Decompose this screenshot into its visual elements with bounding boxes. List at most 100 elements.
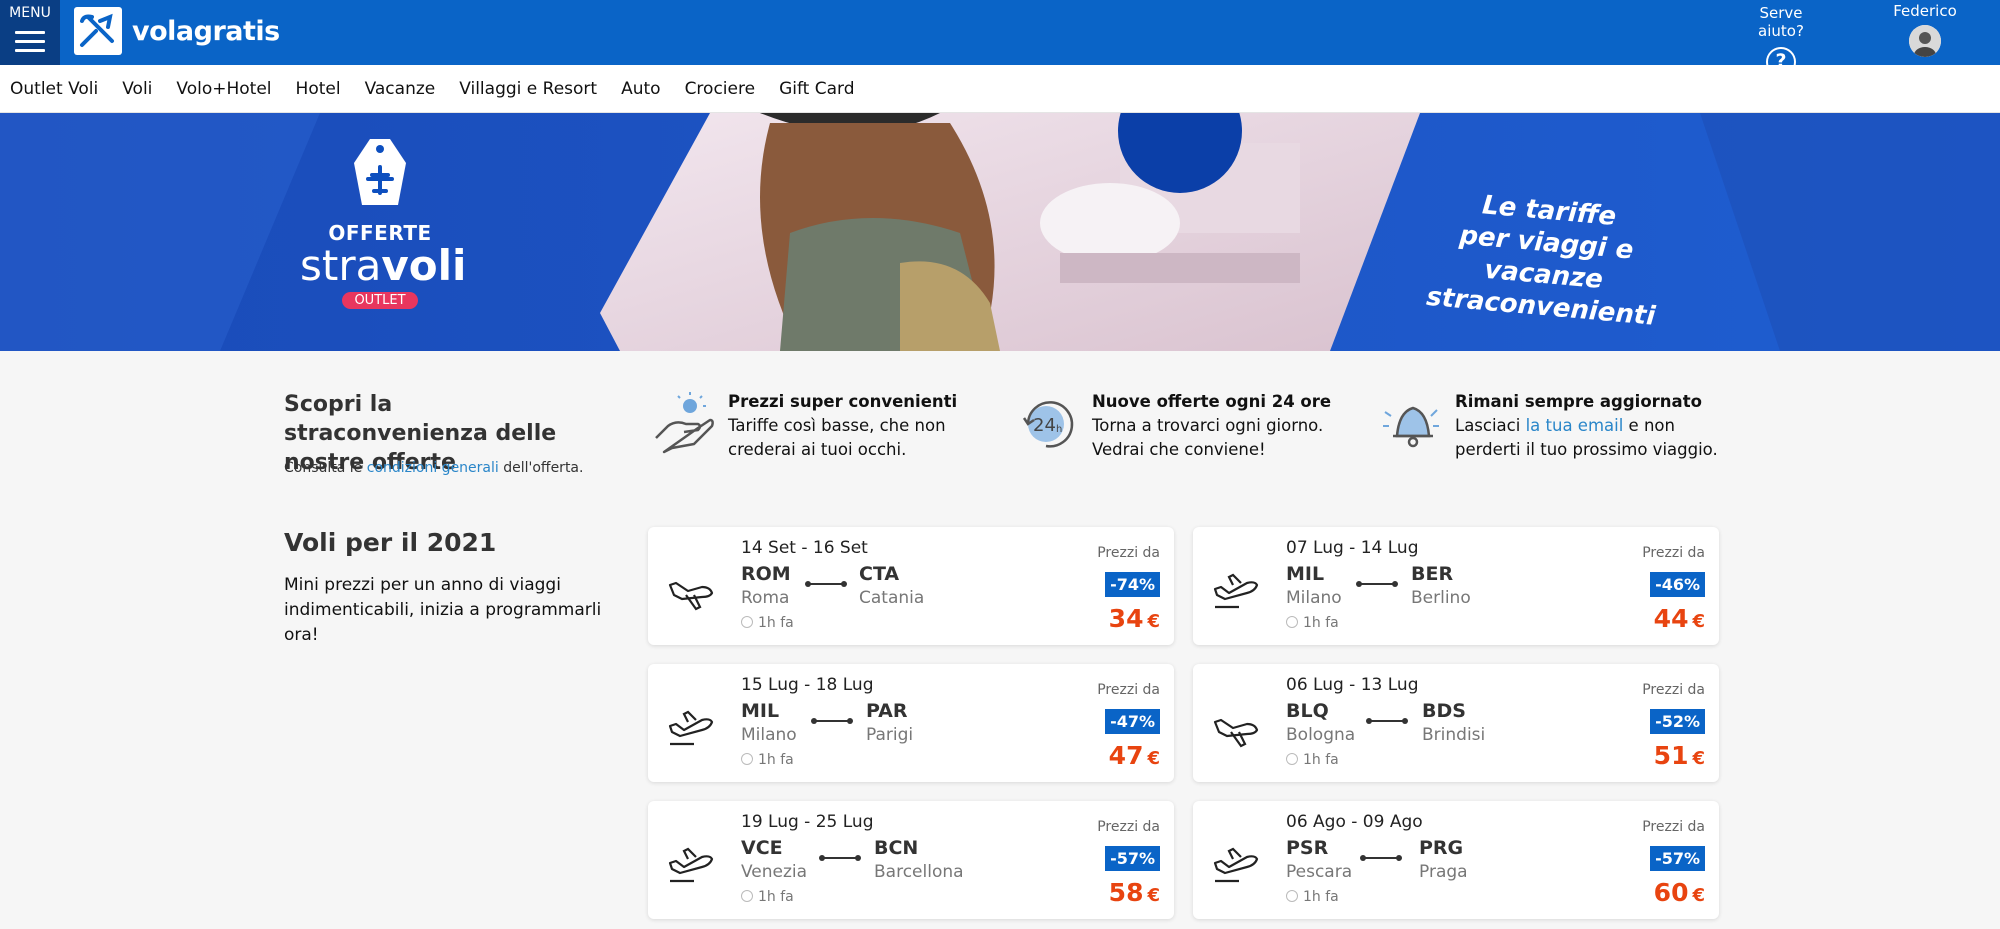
- hero-banner[interactable]: OFFERTE stravoli OUTLET Le tariffe per v…: [0, 113, 2000, 351]
- destination-code: BCN: [874, 837, 919, 859]
- email-signup-link[interactable]: la tua email: [1526, 416, 1624, 435]
- feature-updates: Rimani sempre aggiornato Lasciaci la tua…: [1379, 390, 1718, 462]
- flight-dates: 14 Set - 16 Set: [741, 538, 868, 558]
- destination-code: BDS: [1422, 700, 1466, 722]
- origin-city: Venezia: [741, 862, 808, 882]
- nav-auto[interactable]: Auto: [621, 79, 660, 99]
- nav-crociere[interactable]: Crociere: [685, 79, 756, 99]
- destination-city: Berlino: [1411, 588, 1471, 608]
- banner-slogan: Le tariffe per viaggi e vacanze straconv…: [1425, 190, 1657, 332]
- destination-city: Brindisi: [1422, 725, 1486, 745]
- route-connector: [819, 855, 861, 861]
- intro-subtitle: Consulta le condizioni generali dell'off…: [284, 460, 584, 476]
- flight-card[interactable]: 06 Ago - 09 Ago PSR Pescara PRG Praga 1h…: [1193, 801, 1719, 919]
- flights-section-subtitle: Mini prezzi per un anno di viaggi indime…: [284, 575, 602, 645]
- brand-name: volagratis: [132, 15, 280, 47]
- hamburger-icon: [15, 31, 45, 34]
- plane-landing-icon: [1213, 718, 1259, 748]
- nav-voli[interactable]: Voli: [122, 79, 152, 99]
- updated-time: 1h fa: [741, 752, 794, 768]
- discount-badge: -46%: [1650, 572, 1705, 597]
- plane-takeoff-icon: [668, 710, 714, 746]
- menu-label: MENU: [9, 5, 51, 21]
- user-account[interactable]: Federico: [1880, 2, 1970, 57]
- stravoli-brand: OFFERTE stravoli OUTLET: [300, 133, 467, 309]
- price: 34 €: [1108, 604, 1160, 633]
- nav-gift-card[interactable]: Gift Card: [779, 79, 854, 99]
- flight-card[interactable]: 07 Lug - 14 Lug MIL Milano BER Berlino 1…: [1193, 527, 1719, 645]
- origin-code: ROM: [741, 563, 791, 585]
- price: 44 €: [1653, 604, 1705, 633]
- price-label: Prezzi da: [1097, 682, 1160, 698]
- feature-24h: 24 h Nuove offerte ogni 24 ore Torna a t…: [1016, 390, 1331, 462]
- origin-city: Roma: [741, 588, 790, 608]
- plane-takeoff-icon: [668, 847, 714, 883]
- discount-badge: -52%: [1650, 709, 1705, 734]
- discount-badge: -57%: [1650, 846, 1705, 871]
- flight-card[interactable]: 19 Lug - 25 Lug VCE Venezia BCN Barcello…: [648, 801, 1174, 919]
- nav-villaggi-resort[interactable]: Villaggi e Resort: [459, 79, 597, 99]
- flights-section-title: Voli per il 2021: [284, 528, 497, 557]
- plane-takeoff-icon: [1213, 573, 1259, 609]
- feature-title: Prezzi super convenienti: [728, 392, 958, 411]
- origin-code: MIL: [1286, 563, 1325, 585]
- plane-landing-icon: [668, 581, 714, 611]
- price: 51 €: [1653, 741, 1705, 770]
- discount-badge: -74%: [1105, 572, 1160, 597]
- destination-code: PRG: [1419, 837, 1464, 859]
- price: 60 €: [1653, 878, 1705, 907]
- flight-dates: 19 Lug - 25 Lug: [741, 812, 874, 832]
- menu-button[interactable]: MENU: [0, 0, 60, 65]
- destination-code: PAR: [866, 700, 908, 722]
- nav-hotel[interactable]: Hotel: [296, 79, 341, 99]
- clock-icon: [741, 753, 753, 765]
- main-nav: Outlet Voli Voli Volo+Hotel Hotel Vacanz…: [0, 65, 2000, 113]
- price: 58 €: [1108, 878, 1160, 907]
- origin-city: Milano: [741, 725, 797, 745]
- stravoli-wordmark: stravoli: [300, 241, 467, 290]
- nav-volo-hotel[interactable]: Volo+Hotel: [176, 79, 271, 99]
- user-name: Federico: [1893, 2, 1957, 20]
- destination-city: Catania: [859, 588, 925, 608]
- destination-code: BER: [1411, 563, 1454, 585]
- flight-dates: 06 Lug - 13 Lug: [1286, 675, 1419, 695]
- updated-time: 1h fa: [1286, 752, 1339, 768]
- flight-card[interactable]: 15 Lug - 18 Lug MIL Milano PAR Parigi 1h…: [648, 664, 1174, 782]
- tag-plane-icon: [348, 133, 412, 211]
- clock-icon: [1286, 753, 1298, 765]
- top-header: MENU volagratis Serve aiuto? ? Federico: [0, 0, 2000, 77]
- updated-time: 1h fa: [1286, 615, 1339, 631]
- plane-takeoff-icon: [1213, 847, 1259, 883]
- destination-city: Praga: [1419, 862, 1468, 882]
- updated-time: 1h fa: [741, 889, 794, 905]
- flight-dates: 06 Ago - 09 Ago: [1286, 812, 1423, 832]
- avatar: [1909, 25, 1941, 57]
- flight-dates: 07 Lug - 14 Lug: [1286, 538, 1419, 558]
- clock-icon: [1286, 890, 1298, 902]
- volagratis-logo-icon: [74, 7, 122, 55]
- flight-card[interactable]: 06 Lug - 13 Lug BLQ Bologna BDS Brindisi…: [1193, 664, 1719, 782]
- route-connector: [1356, 581, 1398, 587]
- feature-title: Rimani sempre aggiornato: [1455, 392, 1702, 411]
- route-connector: [1366, 718, 1408, 724]
- price: 47 €: [1108, 741, 1160, 770]
- terms-link[interactable]: condizioni generali: [367, 460, 499, 476]
- svg-text:h: h: [1056, 424, 1062, 435]
- feature-title: Nuove offerte ogni 24 ore: [1092, 392, 1332, 411]
- origin-city: Bologna: [1286, 725, 1356, 745]
- origin-code: VCE: [741, 837, 783, 859]
- flight-card[interactable]: 14 Set - 16 Set ROM Roma CTA Catania 1h …: [648, 527, 1174, 645]
- updated-time: 1h fa: [741, 615, 794, 631]
- nav-vacanze[interactable]: Vacanze: [365, 79, 436, 99]
- price-label: Prezzi da: [1642, 819, 1705, 835]
- bell-icon: [1379, 390, 1443, 454]
- 24h-icon: 24 h: [1016, 390, 1080, 454]
- help-label: Serve aiuto?: [1758, 4, 1804, 40]
- brand-logo[interactable]: volagratis: [74, 7, 280, 55]
- discount-badge: -47%: [1105, 709, 1160, 734]
- destination-city: Parigi: [866, 725, 914, 745]
- feature-prices: Prezzi super convenienti Tariffe così ba…: [652, 390, 957, 462]
- origin-city: Milano: [1286, 588, 1342, 608]
- nav-outlet-voli[interactable]: Outlet Voli: [10, 79, 98, 99]
- svg-text:24: 24: [1033, 415, 1056, 436]
